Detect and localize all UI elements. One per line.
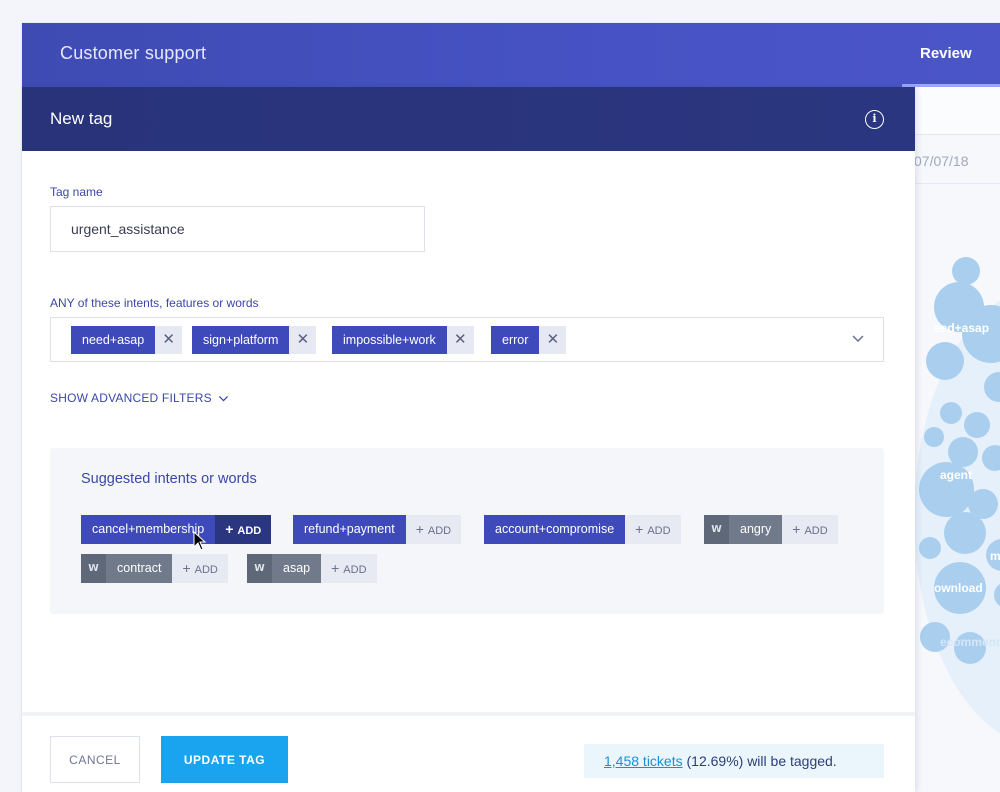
- bubble-label: agent: [940, 468, 973, 482]
- bubble-label: eed+asap: [934, 321, 990, 335]
- bubble[interactable]: [952, 257, 980, 285]
- chip-label: sign+platform: [192, 326, 290, 354]
- bubble-label: ecommend: [940, 635, 1000, 649]
- selected-chips-input[interactable]: need+asap ✕ sign+platform ✕ impossible+w…: [50, 317, 884, 362]
- word-badge: W: [247, 554, 272, 583]
- word-badge: W: [81, 554, 106, 583]
- chip-label: impossible+work: [332, 326, 447, 354]
- suggested-chip: W contract + ADD: [81, 554, 228, 583]
- close-icon[interactable]: ✕: [446, 326, 474, 354]
- add-button[interactable]: + ADD: [782, 515, 838, 544]
- bubble[interactable]: [944, 512, 986, 554]
- suggested-label: account+compromise: [484, 515, 626, 544]
- selected-chip: need+asap ✕: [71, 326, 183, 354]
- modal-header: New tag i: [22, 87, 915, 151]
- suggested-chip: cancel+membership + ADD: [81, 515, 272, 544]
- word-badge: W: [704, 515, 729, 544]
- close-icon[interactable]: ✕: [539, 326, 567, 354]
- add-button[interactable]: + ADD: [405, 515, 462, 544]
- bubble[interactable]: [940, 402, 962, 424]
- tickets-summary-text: (12.69%) will be tagged.: [682, 753, 837, 769]
- tag-name-label: Tag name: [50, 185, 103, 199]
- modal-footer: CANCEL UPDATE TAG 1,458 tickets (12.69%)…: [22, 712, 915, 792]
- suggested-chip: refund+payment + ADD: [293, 515, 462, 544]
- new-tag-modal: New tag i Tag name ANY of these intents,…: [22, 87, 915, 792]
- suggested-label: angry: [729, 515, 783, 544]
- suggestions-panel: Suggested intents or words cancel+member…: [50, 448, 884, 614]
- bubble-label: mail: [990, 549, 1000, 563]
- add-button[interactable]: + ADD: [172, 554, 228, 583]
- tickets-summary: 1,458 tickets (12.69%) will be tagged.: [584, 744, 884, 778]
- any-filter-label: ANY of these intents, features or words: [50, 296, 259, 310]
- suggestions-title: Suggested intents or words: [81, 471, 257, 487]
- top-bar: Customer support Review: [22, 23, 1000, 87]
- background-panel: 07/07/18 eed+asap agent mail: [914, 87, 1000, 792]
- app-title: Customer support: [60, 43, 207, 63]
- suggested-label: contract: [106, 554, 173, 583]
- bubble-chart: eed+asap agent mail ownload ecommend: [914, 227, 1000, 787]
- selected-chip: impossible+work ✕: [332, 326, 474, 354]
- bubble[interactable]: [924, 427, 944, 447]
- bubble[interactable]: [919, 537, 941, 559]
- cancel-button[interactable]: CANCEL: [50, 736, 140, 783]
- suggested-chip: W angry + ADD: [704, 515, 838, 544]
- suggested-label: refund+payment: [293, 515, 406, 544]
- bubble[interactable]: [926, 342, 964, 380]
- tab-review[interactable]: Review: [902, 23, 1000, 87]
- divider: [914, 183, 1000, 184]
- selected-chip: error ✕: [491, 326, 567, 354]
- tag-name-input[interactable]: [50, 206, 425, 252]
- close-icon[interactable]: ✕: [155, 326, 183, 354]
- chevron-down-icon: [218, 395, 228, 401]
- suggested-chip: account+compromise + ADD: [484, 515, 681, 544]
- selected-chip: sign+platform ✕: [192, 326, 317, 354]
- chip-label: need+asap: [71, 326, 156, 354]
- suggested-label: asap: [272, 554, 322, 583]
- close-icon[interactable]: ✕: [289, 326, 317, 354]
- background-toolbar: [914, 87, 1000, 135]
- update-tag-button[interactable]: UPDATE TAG: [161, 736, 288, 783]
- tickets-link[interactable]: 1,458 tickets: [604, 753, 683, 769]
- add-button[interactable]: + ADD: [215, 515, 272, 544]
- advanced-filters-label: SHOW ADVANCED FILTERS: [50, 391, 212, 405]
- background-date: 07/07/18: [914, 153, 969, 169]
- modal-title: New tag: [50, 109, 113, 128]
- bubble[interactable]: [964, 412, 990, 438]
- add-button[interactable]: + ADD: [321, 554, 377, 583]
- chip-label: error: [491, 326, 540, 354]
- info-icon[interactable]: i: [865, 110, 884, 129]
- add-button[interactable]: + ADD: [625, 515, 681, 544]
- bubble-label: ownload: [934, 581, 983, 595]
- mouse-cursor-icon: [193, 531, 207, 551]
- show-advanced-filters-link[interactable]: SHOW ADVANCED FILTERS: [50, 391, 229, 405]
- suggested-chip: W asap + ADD: [247, 554, 377, 583]
- chevron-down-icon[interactable]: [850, 330, 866, 346]
